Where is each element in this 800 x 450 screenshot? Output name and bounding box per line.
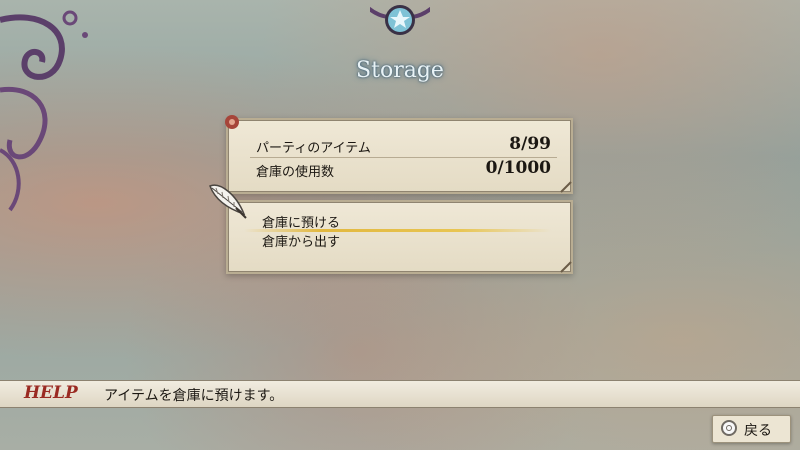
help-label: HELP bbox=[24, 383, 78, 403]
star-crest-icon bbox=[370, 5, 430, 35]
storage-info-panel: パーティのアイテム 8/99 倉庫の使用数 0/1000 bbox=[225, 115, 573, 194]
party-items-label: パーティのアイテム bbox=[256, 141, 371, 156]
back-button[interactable]: 戻る bbox=[712, 415, 791, 443]
screen-title: Storage bbox=[356, 58, 444, 83]
help-text: アイテムを倉庫に預けます。 bbox=[104, 388, 284, 404]
storage-used-value: 0/1000 bbox=[485, 158, 551, 178]
storage-used-label: 倉庫の使用数 bbox=[256, 165, 335, 180]
left-ornament bbox=[0, 10, 88, 212]
menu-item-deposit[interactable]: 倉庫に預ける bbox=[262, 212, 340, 231]
back-button-label: 戻る bbox=[744, 423, 772, 439]
storage-used-row: 倉庫の使用数 0/1000 bbox=[256, 158, 551, 180]
help-bar: HELP アイテムを倉庫に預けます。 bbox=[0, 380, 800, 408]
pen-corner-icon bbox=[560, 181, 572, 193]
storage-menu-panel: 倉庫に預ける 倉庫から出す bbox=[226, 200, 573, 274]
party-items-value: 8/99 bbox=[509, 134, 551, 154]
party-items-row: パーティのアイテム 8/99 bbox=[256, 134, 551, 156]
circle-button-icon bbox=[721, 420, 737, 436]
corner-flourish-icon bbox=[225, 115, 239, 129]
pen-corner-icon bbox=[560, 261, 572, 273]
menu-item-withdraw[interactable]: 倉庫から出す bbox=[262, 231, 340, 250]
